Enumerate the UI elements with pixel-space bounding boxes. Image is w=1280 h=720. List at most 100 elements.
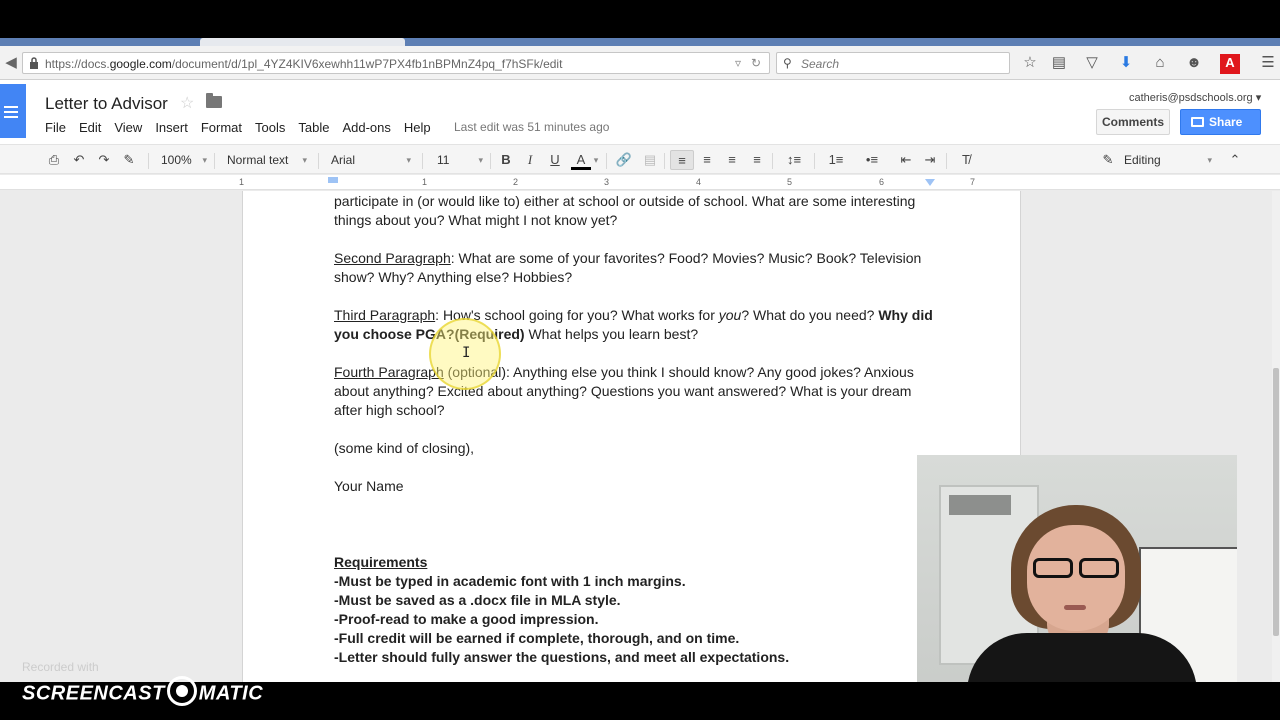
browser-tab[interactable] [200, 38, 405, 46]
window-top-bar [0, 0, 1280, 38]
align-center-icon[interactable]: ≡ [697, 150, 717, 170]
requirement-item: -Letter should fully answer the question… [334, 649, 790, 665]
star-icon[interactable]: ☆ [180, 93, 194, 113]
screencast-o-matic-logo: SCREENCAST MATIC [22, 676, 263, 709]
menu-tools[interactable]: Tools [255, 120, 285, 135]
menu-icon[interactable]: ☰ [1258, 54, 1278, 74]
document-page[interactable]: participate in (or would like to) either… [242, 191, 1021, 682]
ruler-number: 4 [696, 177, 702, 187]
toolbar-separator [490, 153, 491, 169]
paint-format-icon[interactable]: ✎ [120, 150, 138, 170]
toolbar-separator [606, 153, 607, 169]
comment-icon[interactable]: ▤ [641, 150, 659, 170]
requirement-item: -Proof-read to make a good impression. [334, 611, 599, 627]
editing-mode-select[interactable]: Editing [1124, 150, 1212, 170]
toolbar-separator [318, 153, 319, 169]
ruler[interactable]: 1 1 2 3 4 5 6 7 [0, 175, 1280, 190]
adobe-icon[interactable]: A [1220, 54, 1240, 74]
toolbar-separator [946, 153, 947, 169]
pocket-icon[interactable]: ▽ [1082, 54, 1102, 74]
menu-format[interactable]: Format [201, 120, 242, 135]
comments-button[interactable]: Comments [1096, 109, 1170, 135]
right-margin-marker-icon[interactable] [925, 179, 935, 186]
pencil-icon[interactable]: ✎ [1100, 150, 1116, 170]
docs-header: Letter to Advisor ☆ File Edit View Insert Fo… [0, 80, 1280, 144]
chat-icon[interactable]: ☻ [1184, 54, 1204, 74]
folder-icon[interactable] [206, 93, 222, 108]
menu-view[interactable]: View [114, 120, 142, 135]
bookmark-star-icon[interactable]: ☆ [1020, 54, 1040, 74]
last-edit-status[interactable]: Last edit was 51 minutes ago [454, 120, 609, 134]
bulleted-list-icon[interactable]: •≡ [858, 150, 886, 170]
requirement-item: -Must be typed in academic font with 1 i… [334, 573, 686, 589]
scrollbar-thumb[interactable] [1273, 368, 1279, 636]
reload-icon[interactable]: ↻ [751, 56, 761, 70]
requirement-item: -Full credit will be earned if complete,… [334, 630, 740, 646]
style-select[interactable]: Normal text [227, 150, 307, 170]
text-color-button[interactable]: A [571, 150, 591, 170]
menu-insert[interactable]: Insert [155, 120, 188, 135]
clear-formatting-icon[interactable]: T̸ [956, 150, 976, 170]
toolbar-separator [814, 153, 815, 169]
menu-file[interactable]: File [45, 120, 66, 135]
ruler-number: 5 [787, 177, 793, 187]
account-email[interactable]: catheris@psdschools.org ▾ [1129, 91, 1261, 104]
toolbar-separator [422, 153, 423, 169]
search-input[interactable]: ⚲ Search [776, 52, 1010, 74]
lock-icon [30, 57, 38, 69]
paragraph-1: participate in (or would like to) either… [334, 193, 916, 228]
paragraph-4: Fourth Paragraph (optional): Anything el… [334, 364, 914, 418]
menu-addons[interactable]: Add-ons [342, 120, 390, 135]
indent-marker-icon[interactable] [328, 177, 338, 183]
reading-list-icon[interactable]: ▤ [1049, 54, 1069, 74]
bold-button[interactable]: B [498, 150, 514, 170]
print-icon[interactable]: ⎙ [45, 150, 63, 170]
webcam-overlay [917, 455, 1237, 695]
font-select[interactable]: Arial [331, 150, 411, 170]
decrease-indent-icon[interactable]: ⇤ [896, 150, 916, 170]
ruler-number: 7 [970, 177, 976, 187]
document-body[interactable]: participate in (or would like to) either… [334, 192, 934, 667]
dropdown-arrow-icon[interactable]: ▿ [735, 56, 741, 70]
ruler-number: 6 [879, 177, 885, 187]
signature-line: Your Name [334, 478, 404, 494]
zoom-select[interactable]: 100% [161, 150, 207, 170]
download-icon[interactable]: ⬇ [1116, 54, 1136, 74]
share-button[interactable]: Share [1180, 109, 1261, 135]
back-button[interactable]: ◀ [0, 53, 22, 73]
home-icon[interactable]: ⌂ [1150, 54, 1170, 74]
navigation-bar: ◀ https://docs.google.com/document/d/1pl… [0, 46, 1280, 80]
menu-table[interactable]: Table [298, 120, 329, 135]
collapse-menus-icon[interactable]: ⌃ [1226, 150, 1244, 170]
toolbar-separator [772, 153, 773, 169]
menu-edit[interactable]: Edit [79, 120, 101, 135]
align-right-icon[interactable]: ≡ [722, 150, 742, 170]
record-icon [166, 676, 197, 706]
requirements-heading: Requirements [334, 554, 428, 570]
align-justify-icon[interactable]: ≡ [747, 150, 767, 170]
menu-help[interactable]: Help [404, 120, 431, 135]
underline-button[interactable]: U [547, 150, 563, 170]
increase-indent-icon[interactable]: ⇥ [920, 150, 940, 170]
closing-line: (some kind of closing), [334, 440, 475, 456]
italic-button[interactable]: I [522, 150, 538, 170]
link-icon[interactable]: 🔗 [614, 150, 634, 170]
line-spacing-icon[interactable]: ↕≡ [780, 150, 808, 170]
ruler-number: 1 [422, 177, 428, 187]
align-left-icon[interactable]: ≡ [670, 150, 694, 170]
font-size-select[interactable]: 11 [437, 150, 483, 170]
paragraph-2: Second Paragraph: What are some of your … [334, 250, 922, 285]
address-bar[interactable]: https://docs.google.com/document/d/1pl_4… [22, 52, 770, 74]
formatting-toolbar: ⎙ ↶ ↷ ✎ 100% Normal text Arial 11 B I U … [0, 144, 1280, 174]
undo-icon[interactable]: ↶ [70, 150, 88, 170]
screen: ◀ https://docs.google.com/document/d/1pl… [0, 0, 1280, 720]
numbered-list-icon[interactable]: 1≡ [822, 150, 850, 170]
document-title[interactable]: Letter to Advisor [45, 94, 168, 114]
redo-icon[interactable]: ↷ [95, 150, 113, 170]
url-text: https://docs.google.com/document/d/1pl_4… [45, 57, 563, 71]
docs-logo-icon[interactable] [0, 84, 26, 138]
ruler-number: 2 [513, 177, 519, 187]
text-cursor-icon: I [462, 345, 471, 361]
text-color-dropdown-icon[interactable]: ▾ [592, 150, 600, 170]
menu-bar: File Edit View Insert Format Tools Table Add-on… [45, 120, 444, 135]
